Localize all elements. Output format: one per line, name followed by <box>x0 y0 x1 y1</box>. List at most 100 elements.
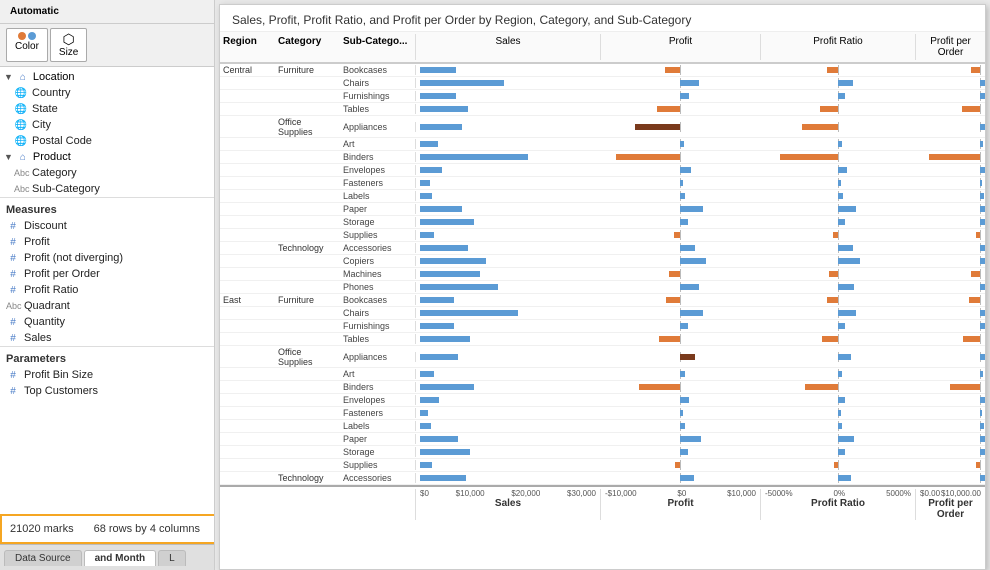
color-label: Color <box>15 41 39 52</box>
field-quadrant[interactable]: Abc Quadrant <box>0 298 214 314</box>
field-subcategory[interactable]: Abc Sub-Category <box>8 181 214 197</box>
cell-region <box>220 281 275 282</box>
table-row: Furnishings <box>220 320 985 333</box>
cell-region <box>220 229 275 230</box>
color-button[interactable]: Color <box>6 28 48 62</box>
size-button[interactable]: ⬡ Size <box>50 28 87 62</box>
cell-charts <box>415 473 985 483</box>
sales-label: Sales <box>24 332 52 344</box>
cell-charts <box>415 152 985 162</box>
cell-region <box>220 346 275 347</box>
field-profit-ratio[interactable]: # Profit Ratio <box>0 282 214 298</box>
cell-region <box>220 320 275 321</box>
profit-nd-label: Profit (not diverging) <box>24 252 123 264</box>
cell-subcategory: Supplies <box>340 460 415 470</box>
cell-subcategory: Binders <box>340 382 415 392</box>
cell-subcategory: Furnishings <box>340 321 415 331</box>
field-country[interactable]: 🌐 Country <box>8 85 214 101</box>
cell-charts <box>415 78 985 88</box>
tab-datasource[interactable]: Data Source <box>4 550 82 566</box>
field-postal[interactable]: 🌐 Postal Code <box>8 133 214 149</box>
cell-region <box>220 394 275 395</box>
subcategory-label: Sub-Category <box>32 183 100 195</box>
cell-charts <box>415 447 985 457</box>
cell-subcategory: Paper <box>340 434 415 444</box>
cell-subcategory: Furnishings <box>340 91 415 101</box>
field-sales[interactable]: # Sales <box>0 330 214 346</box>
cell-category <box>275 190 340 191</box>
tab-l[interactable]: L <box>158 550 186 566</box>
table-row: Storage <box>220 446 985 459</box>
cell-region <box>220 90 275 91</box>
cell-category: Office Supplies <box>275 116 340 137</box>
field-quantity[interactable]: # Quantity <box>0 314 214 330</box>
field-category[interactable]: Abc Category <box>8 165 214 181</box>
cell-charts <box>415 269 985 279</box>
header-region: Region <box>220 34 275 60</box>
cell-category <box>275 446 340 447</box>
field-profit-bin[interactable]: # Profit Bin Size <box>0 367 214 383</box>
field-city[interactable]: 🌐 City <box>8 117 214 133</box>
table-row: Phones <box>220 281 985 294</box>
table-row: Paper <box>220 203 985 216</box>
table-row: Storage <box>220 216 985 229</box>
cell-category <box>275 268 340 269</box>
cell-charts <box>415 395 985 405</box>
cell-charts <box>415 243 985 253</box>
sidebar: Automatic Color ⬡ Size ▼ ⌂ Location <box>0 0 215 570</box>
header-ratio: Profit Ratio <box>760 34 915 60</box>
location-group-label: Location <box>33 71 75 83</box>
cell-charts <box>415 122 985 132</box>
cell-charts <box>415 230 985 240</box>
cell-category <box>275 394 340 395</box>
table-row: Chairs <box>220 77 985 90</box>
country-label: Country <box>32 87 71 99</box>
cell-charts <box>415 191 985 201</box>
quadrant-label: Quadrant <box>24 300 70 312</box>
fields-panel: ▼ ⌂ Location 🌐 Country 🌐 State 🌐 City <box>0 67 214 512</box>
cell-category <box>275 333 340 334</box>
product-fields: Abc Category Abc Sub-Category <box>0 165 214 197</box>
marks-count: 21020 marks <box>10 523 74 535</box>
cell-charts <box>415 421 985 431</box>
cell-category <box>275 77 340 78</box>
profit-axis-title: Profit <box>605 498 756 509</box>
cell-category: Technology <box>275 472 340 483</box>
tab-month[interactable]: and Month <box>84 550 157 566</box>
cell-category <box>275 164 340 165</box>
table-row: Chairs <box>220 307 985 320</box>
cell-subcategory: Tables <box>340 104 415 114</box>
product-group-header[interactable]: ▼ ⌂ Product <box>0 149 214 165</box>
chart-title: Sales, Profit, Profit Ratio, and Profit … <box>220 5 985 32</box>
field-state[interactable]: 🌐 State <box>8 101 214 117</box>
cell-charts <box>415 91 985 101</box>
cell-charts <box>415 321 985 331</box>
cell-category <box>275 381 340 382</box>
cell-charts <box>415 256 985 266</box>
cell-category: Office Supplies <box>275 346 340 367</box>
cell-category <box>275 459 340 460</box>
postal-label: Postal Code <box>32 135 92 147</box>
location-group-header[interactable]: ▼ ⌂ Location <box>0 69 214 85</box>
cell-subcategory: Storage <box>340 217 415 227</box>
field-top-customers[interactable]: # Top Customers <box>0 383 214 399</box>
cell-region <box>220 433 275 434</box>
field-discount[interactable]: # Discount <box>0 218 214 234</box>
profit-ticks: -$10,000$0$10,000 <box>605 489 756 498</box>
cell-category <box>275 229 340 230</box>
sales-ticks: $0$10,000$20,000$30,000 <box>420 489 596 498</box>
field-profit-per-order[interactable]: # Profit per Order <box>0 266 214 282</box>
cell-region <box>220 307 275 308</box>
field-profit-not-diverging[interactable]: # Profit (not diverging) <box>0 250 214 266</box>
cell-region <box>220 138 275 139</box>
profit-label: Profit <box>24 236 50 248</box>
table-row: Supplies <box>220 229 985 242</box>
cell-region <box>220 268 275 269</box>
table-row: Envelopes <box>220 164 985 177</box>
cell-charts <box>415 408 985 418</box>
chart-rows: CentralFurnitureBookcasesChairsFurnishin… <box>220 64 985 485</box>
cell-charts <box>415 139 985 149</box>
field-profit[interactable]: # Profit <box>0 234 214 250</box>
cell-region <box>220 77 275 78</box>
table-row: Office SuppliesAppliances <box>220 116 985 138</box>
